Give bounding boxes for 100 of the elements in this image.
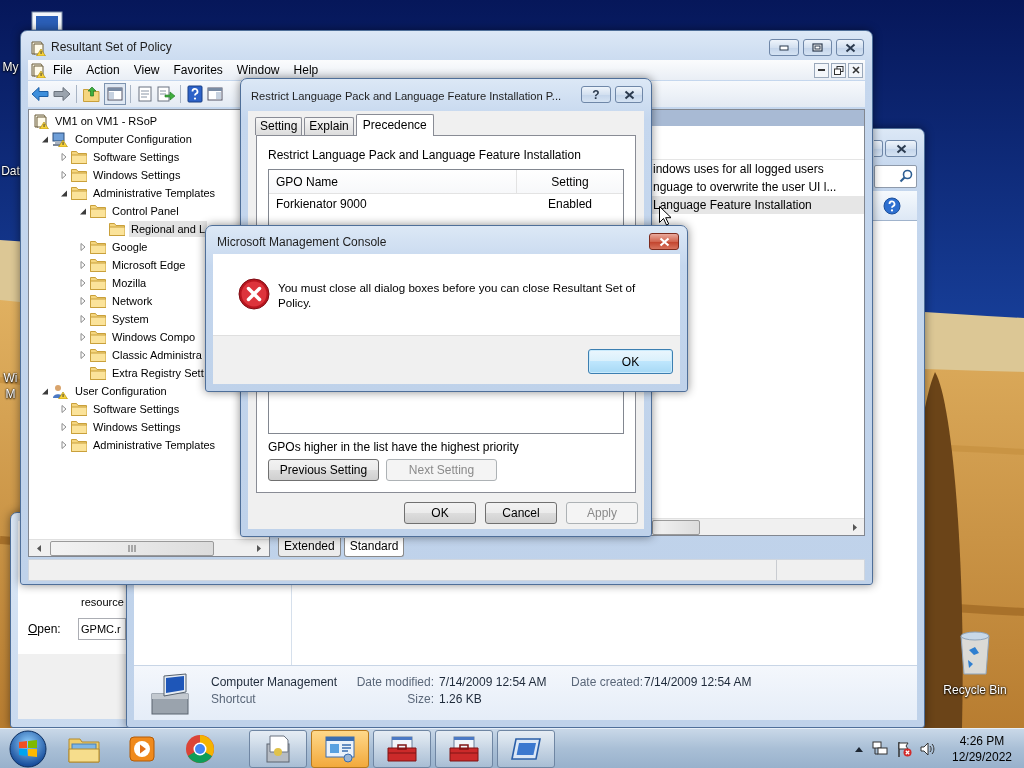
menu-item[interactable]: File bbox=[46, 61, 80, 79]
previous-setting-button[interactable]: Previous Setting bbox=[268, 459, 379, 481]
forward-arrow-icon[interactable] bbox=[53, 86, 71, 102]
folder-icon bbox=[90, 366, 106, 380]
column-header[interactable]: Setting bbox=[517, 170, 623, 193]
computer-icon bbox=[52, 131, 69, 147]
list-item[interactable]: nguage to overwrite the user UI l... bbox=[652, 178, 864, 196]
tab[interactable]: Standard bbox=[343, 538, 405, 557]
tree-item[interactable]: Classic Administra bbox=[110, 347, 204, 363]
recycle-bin-icon[interactable] bbox=[958, 630, 992, 676]
close-button[interactable] bbox=[848, 62, 863, 78]
help-button[interactable]: ? bbox=[581, 86, 611, 103]
network-icon[interactable] bbox=[872, 740, 888, 757]
open-field[interactable]: GPMC.r bbox=[78, 618, 126, 640]
action-pane-icon[interactable] bbox=[207, 86, 223, 102]
menu-item[interactable]: View bbox=[126, 61, 167, 79]
browser-icon[interactable] bbox=[185, 733, 215, 764]
tab[interactable]: Precedence bbox=[355, 114, 434, 136]
list-item[interactable]: Language Feature Installation bbox=[652, 196, 864, 214]
help-icon[interactable] bbox=[187, 85, 203, 103]
property-label: Size: bbox=[407, 691, 434, 708]
folder-icon bbox=[90, 240, 106, 254]
taskbar-button[interactable] bbox=[373, 729, 431, 768]
tree-item[interactable]: Administrative Templates bbox=[91, 185, 218, 201]
scroll-icon[interactable] bbox=[30, 62, 46, 78]
close-button[interactable] bbox=[649, 233, 679, 250]
scrollbar-thumb[interactable] bbox=[50, 540, 214, 556]
tree-item[interactable]: Windows Compo bbox=[110, 329, 198, 345]
property-value: 7/14/2009 12:54 AM bbox=[644, 674, 752, 691]
taskbar-button[interactable] bbox=[249, 729, 307, 768]
tree-item[interactable]: Regional and L bbox=[129, 221, 207, 237]
tree-item[interactable]: Mozilla bbox=[110, 275, 149, 291]
clock[interactable]: 4:26 PM 12/29/2022 bbox=[944, 732, 1020, 765]
taskbar-button[interactable] bbox=[435, 729, 493, 768]
window-title: Restrict Language Pack and Language Feature Installation P... bbox=[251, 90, 562, 102]
help-icon[interactable] bbox=[883, 196, 901, 215]
search-field[interactable] bbox=[874, 164, 917, 188]
scrollbar-thumb[interactable] bbox=[652, 519, 700, 535]
tree-item[interactable]: User Configuration bbox=[73, 383, 169, 399]
tree-item[interactable]: Network bbox=[110, 293, 155, 309]
maximize-button[interactable] bbox=[874, 140, 883, 157]
property-label: Date created: bbox=[571, 674, 644, 691]
close-icon bbox=[851, 66, 860, 74]
table-cell-text: Forkienator 9000 bbox=[275, 196, 368, 213]
minimize-button[interactable] bbox=[814, 62, 829, 78]
tree-item[interactable]: Administrative Templates bbox=[91, 437, 218, 453]
tab[interactable]: Explain bbox=[304, 117, 354, 135]
horizontal-scrollbar[interactable] bbox=[652, 518, 864, 535]
tab[interactable]: Extended bbox=[278, 538, 341, 557]
taskbar-button[interactable] bbox=[311, 729, 369, 768]
desktop-icon-label[interactable]: My bbox=[1, 59, 20, 75]
flag-icon[interactable] bbox=[896, 740, 912, 757]
folder-icon bbox=[71, 438, 87, 452]
desktop-icon-label[interactable]: Dat bbox=[1, 163, 20, 179]
menu-item[interactable]: Window bbox=[229, 61, 287, 79]
window-title: Microsoft Management Console bbox=[217, 235, 387, 249]
ok-button[interactable]: OK bbox=[588, 349, 673, 374]
menu-item[interactable]: Action bbox=[79, 61, 127, 79]
close-button[interactable] bbox=[885, 140, 917, 157]
speaker-icon[interactable] bbox=[920, 740, 936, 757]
error-message: You must close all dialog boxes before you can close Resultant Set of Policy. bbox=[278, 280, 637, 310]
close-button[interactable] bbox=[615, 86, 643, 103]
tree-item[interactable]: Control Panel bbox=[110, 203, 181, 219]
maximize-button[interactable] bbox=[803, 39, 832, 56]
taskbar-button[interactable] bbox=[497, 729, 555, 768]
folder-icon bbox=[90, 330, 106, 344]
tab[interactable]: Setting bbox=[255, 117, 303, 135]
tree-item[interactable]: VM1 on VM1 - RSoP bbox=[53, 113, 160, 129]
folder-up-icon[interactable] bbox=[83, 86, 101, 102]
menu-item[interactable]: Help bbox=[286, 61, 326, 79]
horizontal-scrollbar[interactable] bbox=[29, 539, 269, 556]
tree-item[interactable]: System bbox=[110, 311, 151, 327]
error-icon bbox=[238, 278, 270, 310]
close-button[interactable] bbox=[836, 39, 864, 56]
folder-icon bbox=[90, 258, 106, 272]
list-item[interactable]: indows uses for all logged users bbox=[652, 160, 864, 178]
console-tree-toggle-button[interactable] bbox=[104, 83, 126, 105]
restore-button[interactable] bbox=[831, 62, 846, 78]
back-arrow-icon[interactable] bbox=[31, 86, 49, 102]
media-player-icon[interactable] bbox=[129, 734, 155, 763]
file-name: Computer Management bbox=[211, 674, 339, 691]
tree-item[interactable]: Windows Settings bbox=[91, 419, 183, 435]
column-header[interactable]: GPO Name bbox=[269, 170, 517, 193]
start-button[interactable] bbox=[8, 728, 48, 768]
ok-button[interactable]: OK bbox=[404, 502, 476, 524]
tree-item[interactable]: Google bbox=[110, 239, 150, 255]
tree-item[interactable]: Computer Configuration bbox=[73, 131, 194, 147]
tree-item[interactable]: Software Settings bbox=[91, 401, 182, 417]
minimize-icon bbox=[779, 44, 789, 51]
toolbox-icon bbox=[386, 735, 418, 762]
tree-item[interactable]: Software Settings bbox=[91, 149, 182, 165]
tree-item[interactable]: Windows Settings bbox=[91, 167, 183, 183]
field-label: Open: bbox=[28, 622, 62, 636]
monitor-icon[interactable] bbox=[30, 10, 64, 30]
cancel-button[interactable]: Cancel bbox=[485, 502, 557, 524]
search-icon[interactable] bbox=[899, 169, 913, 183]
export-icon[interactable] bbox=[157, 86, 175, 102]
tree-item[interactable]: Microsoft Edge bbox=[110, 257, 188, 273]
tree-item[interactable]: Extra Registry Sett bbox=[110, 365, 206, 381]
menu-item[interactable]: Favorites bbox=[166, 61, 230, 79]
